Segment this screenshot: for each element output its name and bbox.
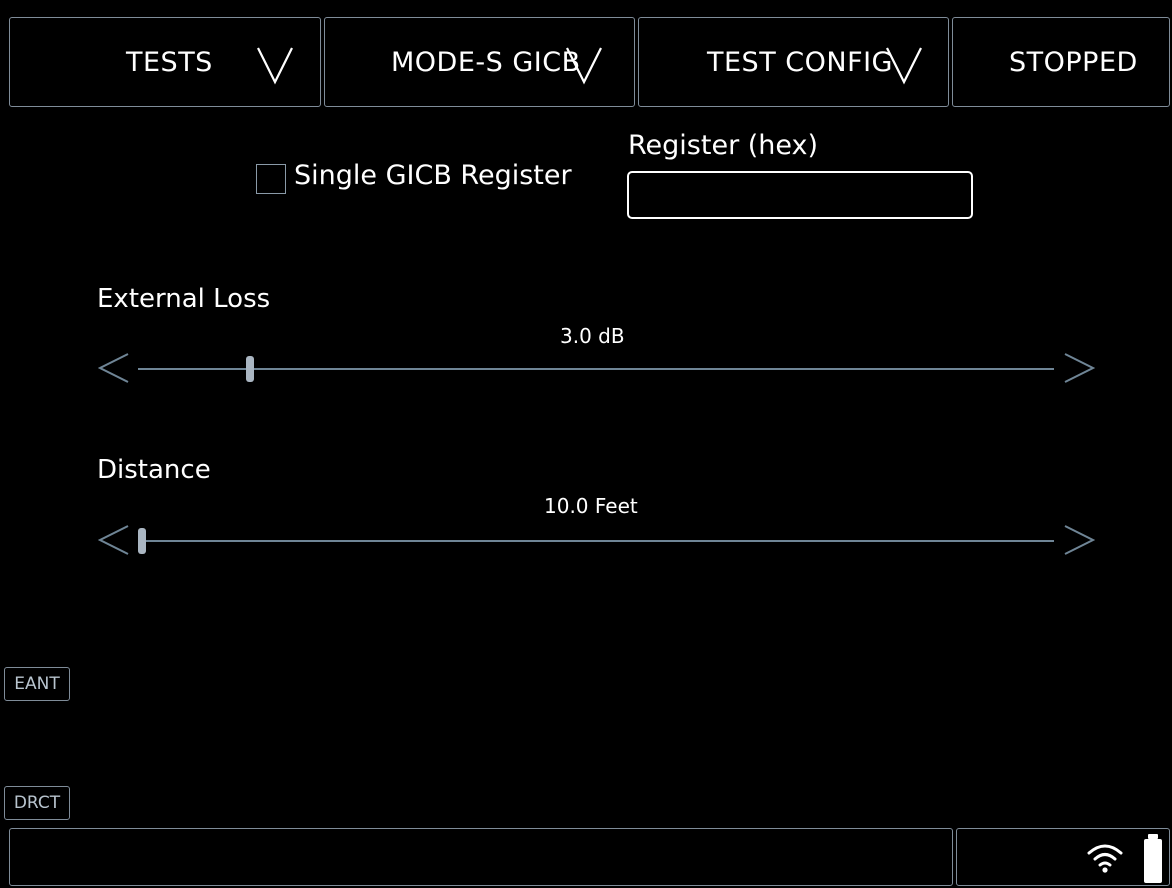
run-status-label: STOPPED	[1009, 46, 1138, 78]
tests-label: TESTS	[126, 46, 213, 78]
chevron-down-icon	[886, 47, 922, 85]
battery-icon	[1144, 834, 1162, 883]
external-loss-slider-track[interactable]	[138, 368, 1054, 370]
system-status-bar	[956, 828, 1170, 886]
register-hex-input[interactable]	[627, 171, 973, 219]
distance-decrease-arrow-icon[interactable]	[98, 524, 130, 556]
distance-slider-track[interactable]	[138, 540, 1054, 542]
distance-increase-arrow-icon[interactable]	[1063, 524, 1095, 556]
external-loss-label: External Loss	[97, 284, 271, 314]
external-loss-decrease-arrow-icon[interactable]	[98, 352, 130, 384]
message-bar	[9, 828, 953, 886]
external-loss-slider-thumb[interactable]	[246, 356, 254, 382]
single-gicb-register-label[interactable]: Single GICB Register	[294, 160, 572, 191]
register-hex-label: Register (hex)	[628, 130, 819, 161]
run-status-button[interactable]: STOPPED	[952, 17, 1170, 107]
test-config-menu-button[interactable]: TEST CONFIG	[638, 17, 949, 107]
test-config-label: TEST CONFIG	[707, 46, 893, 78]
tests-menu-button[interactable]: TESTS	[9, 17, 321, 107]
drct-button[interactable]: DRCT	[4, 786, 70, 820]
external-loss-increase-arrow-icon[interactable]	[1063, 352, 1095, 384]
chevron-down-icon	[566, 47, 602, 85]
mode-label: MODE-S GICB	[391, 46, 581, 78]
mode-menu-button[interactable]: MODE-S GICB	[324, 17, 635, 107]
distance-value: 10.0 Feet	[544, 494, 638, 518]
external-loss-value: 3.0 dB	[560, 324, 625, 348]
distance-label: Distance	[97, 455, 211, 485]
single-gicb-register-checkbox[interactable]	[256, 164, 286, 194]
distance-slider-thumb[interactable]	[138, 528, 146, 554]
eant-button[interactable]: EANT	[4, 667, 70, 701]
wifi-icon	[1087, 844, 1123, 873]
chevron-down-icon	[257, 47, 293, 85]
